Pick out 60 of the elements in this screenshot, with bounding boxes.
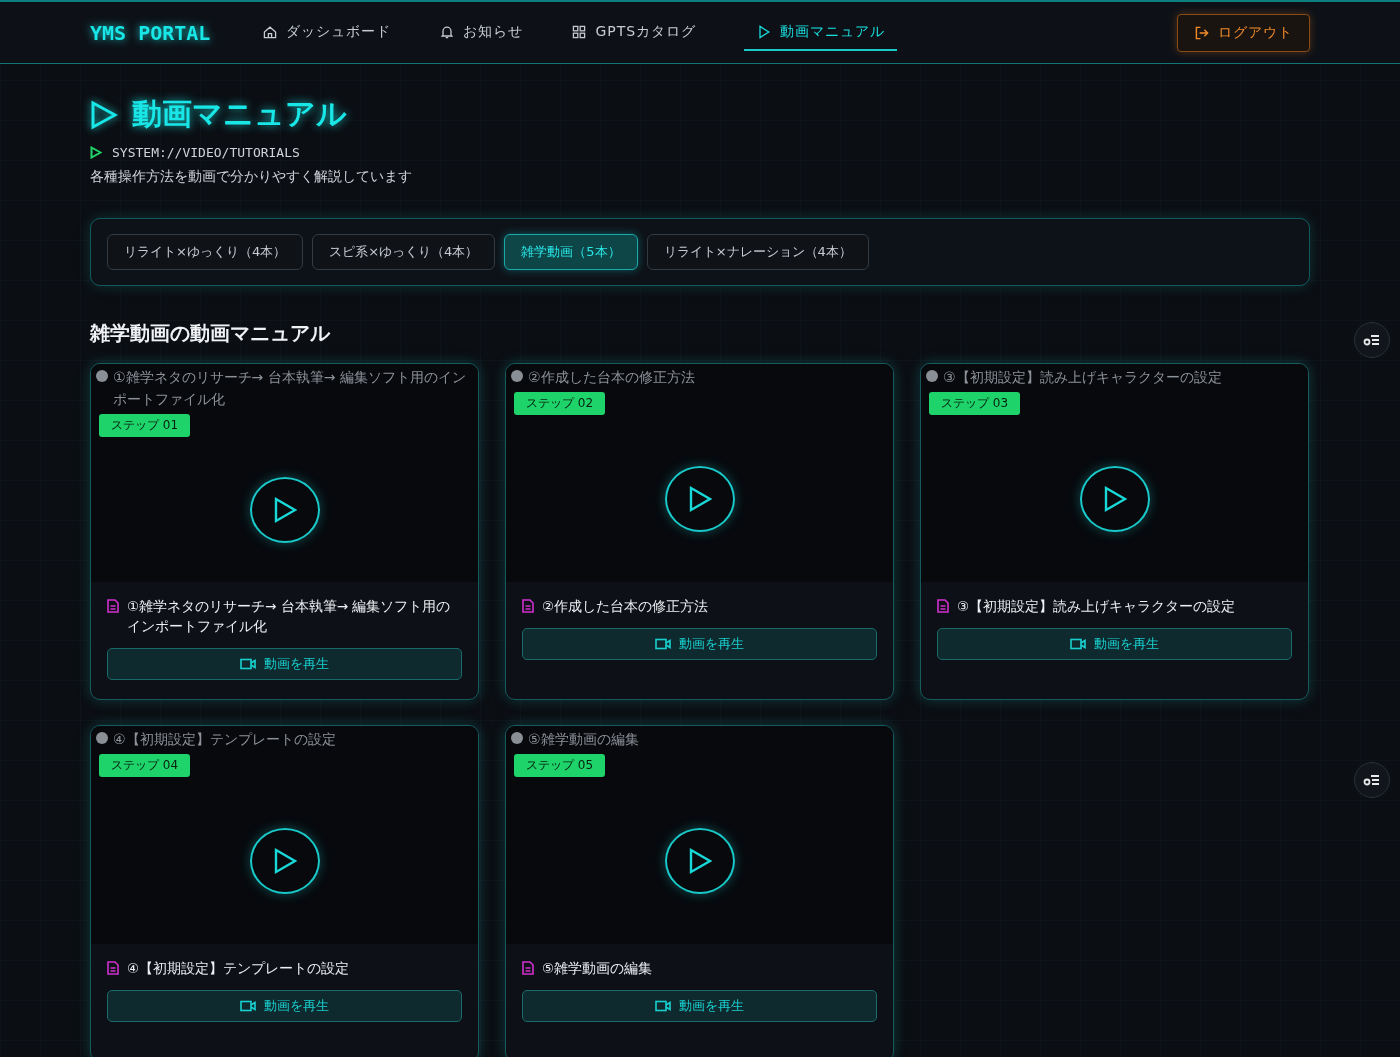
- video-camera-icon: [240, 658, 256, 670]
- play-video-button[interactable]: 動画を再生: [522, 990, 877, 1022]
- broken-image-icon: [510, 731, 524, 745]
- step-badge: ステップ 02: [514, 392, 606, 415]
- page-description: 各種操作方法を動画で分かりやすく解説しています: [90, 168, 413, 186]
- broken-image-icon: [925, 369, 939, 383]
- video-title: ④【初期設定】テンプレートの設定: [127, 959, 350, 978]
- broken-image-icon: [510, 369, 524, 383]
- category-tab[interactable]: 雑学動画（5本）: [504, 234, 638, 270]
- portal-logo: YMS PORTAL: [90, 20, 211, 45]
- step-badge: ステップ 01: [99, 414, 191, 437]
- category-tab[interactable]: リライト×ナレーション（4本）: [646, 234, 869, 270]
- step-badge: ステップ 03: [929, 392, 1021, 415]
- logout-icon: [1194, 24, 1210, 41]
- logout-button[interactable]: ログアウト: [1177, 13, 1310, 52]
- video-camera-icon: [240, 1000, 256, 1012]
- play-icon: [90, 146, 102, 159]
- document-icon: [522, 599, 534, 613]
- play-button[interactable]: [249, 827, 320, 894]
- system-path: SYSTEM://VIDEO/TUTORIALS: [112, 145, 300, 160]
- broken-image-icon: [95, 731, 109, 745]
- play-button[interactable]: [664, 827, 735, 894]
- document-icon: [107, 961, 119, 975]
- nav-tab[interactable]: 動画マニュアル: [744, 14, 898, 51]
- nav-tab[interactable]: お知らせ: [439, 14, 538, 51]
- step-badge: ステップ 04: [99, 754, 191, 777]
- list-settings-button[interactable]: [1354, 762, 1390, 798]
- video-title: ①雑学ネタのリサーチ→ 台本執筆→ 編集ソフト用のインポートファイル化: [127, 597, 452, 636]
- document-icon: [107, 599, 119, 613]
- play-video-button[interactable]: 動画を再生: [107, 990, 462, 1022]
- play-video-button[interactable]: 動画を再生: [937, 628, 1292, 660]
- play-button[interactable]: [1079, 465, 1150, 532]
- video-title: ②作成した台本の修正方法: [542, 597, 709, 616]
- document-icon: [522, 961, 534, 975]
- video-title: ⑤雑学動画の編集: [542, 959, 653, 978]
- video-camera-icon: [655, 638, 671, 650]
- nav-tab[interactable]: ダッシュボード: [262, 14, 406, 51]
- play-icon: [90, 99, 118, 130]
- thumbnail-alt-text: ④【初期設定】テンプレートの設定: [113, 730, 336, 749]
- document-icon: [937, 599, 949, 613]
- list-settings-button[interactable]: [1354, 322, 1390, 358]
- play-video-button[interactable]: 動画を再生: [107, 648, 462, 680]
- thumbnail-alt-text: ②作成した台本の修正方法: [528, 368, 695, 387]
- video-title: ③【初期設定】読み上げキャラクターの設定: [957, 597, 1236, 616]
- nav-tab[interactable]: GPTSカタログ: [571, 14, 711, 51]
- section-title: 雑学動画の動画マニュアル: [90, 320, 332, 347]
- thumbnail-alt-text: ⑤雑学動画の編集: [528, 730, 639, 749]
- thumbnail-alt-text: ①雑学ネタのリサーチ→ 台本執筆→ 編集ソフト用のインポートファイル化: [113, 368, 467, 409]
- video-camera-icon: [1070, 638, 1086, 650]
- broken-image-icon: [95, 369, 109, 383]
- page-title: 動画マニュアル: [132, 95, 347, 133]
- play-button[interactable]: [664, 465, 735, 532]
- thumbnail-alt-text: ③【初期設定】読み上げキャラクターの設定: [943, 368, 1222, 387]
- grid-icon: [571, 23, 588, 40]
- step-badge: ステップ 05: [514, 754, 606, 777]
- video-camera-icon: [655, 1000, 671, 1012]
- category-tab[interactable]: スピ系×ゆっくり（4本）: [312, 234, 496, 270]
- play-button[interactable]: [249, 476, 320, 543]
- category-tab[interactable]: リライト×ゆっくり（4本）: [107, 234, 304, 270]
- play-video-button[interactable]: 動画を再生: [522, 628, 877, 660]
